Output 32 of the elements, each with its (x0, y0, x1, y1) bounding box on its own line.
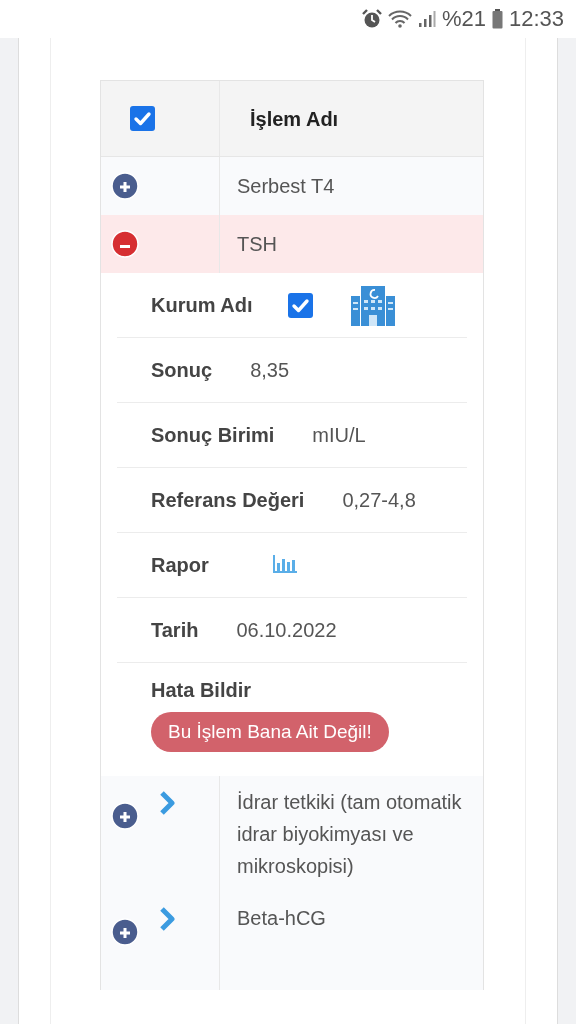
chevron-right-icon[interactable] (159, 906, 175, 932)
field-value: 06.10.2022 (236, 618, 337, 642)
checkbox[interactable] (288, 292, 314, 318)
clock-time: 12:33 (508, 8, 564, 30)
signal-icon (417, 10, 436, 28)
battery-percent: %21 (441, 8, 486, 30)
procedure-name[interactable]: Beta-hCG (237, 902, 326, 934)
field-label: Rapor (151, 553, 209, 577)
expand-icon[interactable] (111, 172, 139, 200)
field-label: Hata Bildir (151, 679, 252, 701)
procedure-name[interactable]: Serbest T4 (237, 170, 335, 202)
field-label: Sonuç (151, 358, 213, 382)
hospital-icon[interactable] (351, 284, 396, 326)
field-label: Tarih (151, 618, 199, 642)
wifi-icon (387, 10, 412, 28)
procedure-name[interactable]: TSH (237, 228, 277, 260)
field-value: 0,27-4,8 (342, 488, 416, 512)
field-value: 8,35 (250, 358, 290, 382)
chevron-right-icon[interactable] (159, 790, 175, 816)
field-label: Sonuç Birimi (151, 423, 275, 447)
report-error-button[interactable]: Bu İşlem Bana Ait Değil! (151, 712, 389, 752)
field-label: Kurum Adı (151, 293, 253, 317)
expand-icon[interactable] (111, 918, 139, 946)
battery-icon (491, 9, 503, 29)
bar-chart-icon[interactable] (272, 552, 297, 573)
collapse-icon[interactable] (111, 230, 139, 258)
field-label: Referans Değeri (151, 488, 305, 512)
alarm-icon (361, 9, 382, 29)
expand-icon[interactable] (111, 802, 139, 830)
column-header: İşlem Adı (250, 106, 339, 132)
field-value: mIU/L (312, 423, 366, 447)
checkbox[interactable] (130, 106, 155, 131)
